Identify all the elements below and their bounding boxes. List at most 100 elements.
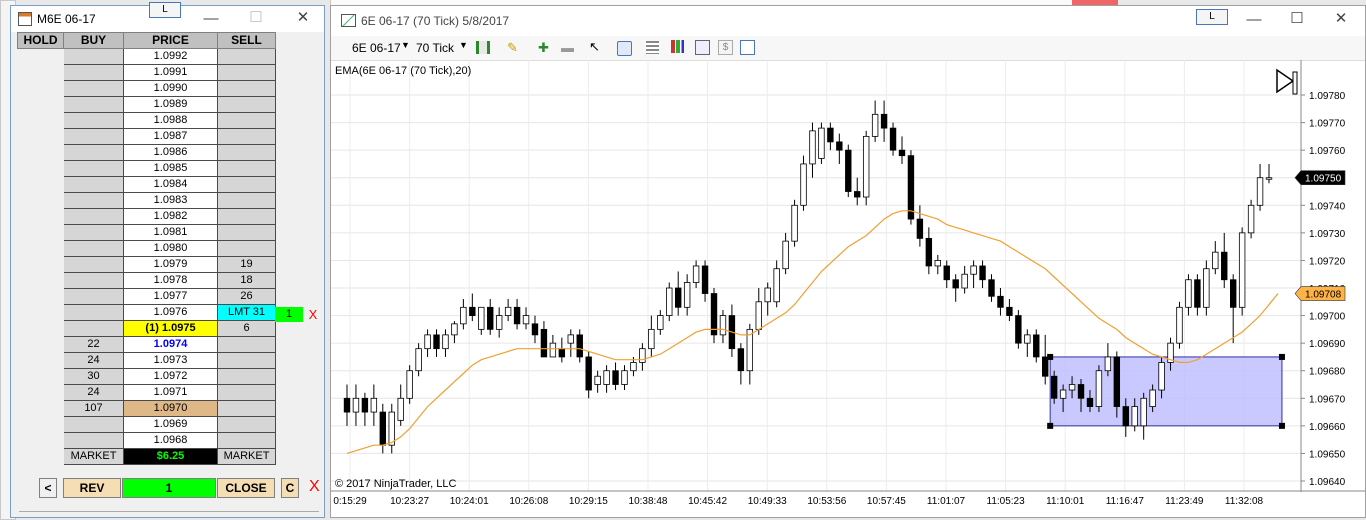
sell-cell[interactable] [217, 208, 276, 225]
drawing-tool-icon[interactable]: ✎ [507, 41, 520, 54]
interval-selector[interactable]: 70 Tick [416, 41, 454, 55]
instrument-dropdown-icon[interactable]: ▼ [401, 40, 410, 50]
last-price-cell[interactable]: 1.0974 [123, 336, 218, 353]
buy-cell[interactable] [63, 176, 124, 193]
magnifier-icon[interactable] [617, 41, 632, 56]
sell-cell[interactable] [217, 176, 276, 193]
close-icon[interactable]: ✕ [295, 10, 311, 26]
sell-cell[interactable] [217, 368, 276, 385]
price-cell[interactable]: 1.0986 [123, 144, 218, 161]
flatten-icon[interactable]: X [309, 478, 320, 496]
price-cell[interactable]: 1.0981 [123, 224, 218, 241]
sell-cell[interactable]: 26 [217, 288, 276, 305]
zoom-in-icon[interactable]: ✚ [538, 41, 551, 54]
buy-cell[interactable] [63, 320, 124, 337]
price-cell[interactable]: 1.0992 [123, 48, 218, 65]
price-cell[interactable]: 1.0988 [123, 112, 218, 129]
price-cell[interactable]: 1.0969 [123, 416, 218, 433]
reverse-button[interactable]: REV [63, 478, 121, 498]
sell-market-button[interactable]: MARKET [217, 448, 276, 465]
sell-cell[interactable]: 18 [217, 272, 276, 289]
sell-cell[interactable] [217, 224, 276, 241]
chart-maximize-icon[interactable]: ☐ [1289, 11, 1305, 27]
limit-order-cell[interactable]: LMT 31 [217, 304, 276, 321]
buy-cell[interactable]: 107 [63, 400, 124, 417]
dom-link-button[interactable]: L [149, 2, 181, 18]
price-cell[interactable]: 1.0985 [123, 160, 218, 177]
price-cell[interactable]: 1.0983 [123, 192, 218, 209]
buy-cell[interactable] [63, 256, 124, 273]
order-quantity-badge[interactable]: 1 [275, 307, 303, 322]
buy-cell[interactable] [63, 128, 124, 145]
buy-cell[interactable] [63, 112, 124, 129]
minimize-icon[interactable]: — [203, 11, 219, 27]
sell-cell[interactable] [217, 400, 276, 417]
chart-minimize-icon[interactable]: — [1246, 12, 1262, 28]
buy-cell[interactable] [63, 96, 124, 113]
buy-cell[interactable]: 24 [63, 352, 124, 369]
maximize-icon[interactable]: ☐ [248, 10, 264, 26]
sell-cell[interactable] [217, 112, 276, 129]
price-cell[interactable]: 1.0968 [123, 432, 218, 449]
buy-cell[interactable] [63, 208, 124, 225]
sell-cell[interactable] [217, 96, 276, 113]
price-cell[interactable]: 1.0971 [123, 384, 218, 401]
indicators-icon[interactable] [671, 40, 684, 53]
sell-cell[interactable] [217, 352, 276, 369]
price-cell[interactable]: 1.0990 [123, 80, 218, 97]
order-cancel-icon[interactable]: X [306, 307, 320, 322]
chart-style-icon[interactable] [476, 41, 490, 54]
chart-close-icon[interactable]: ✕ [1333, 11, 1349, 27]
price-cell[interactable]: 1.0980 [123, 240, 218, 257]
price-chart[interactable]: 1.09640 1.09650 1.09660 1.09670 1.09680 1.096… [331, 60, 1365, 518]
sell-cell[interactable] [217, 432, 276, 449]
interval-dropdown-icon[interactable]: ▼ [459, 40, 468, 50]
price-cell[interactable]: 1.0991 [123, 64, 218, 81]
buy-cell[interactable]: 30 [63, 368, 124, 385]
position-price-cell[interactable]: (1) 1.0975 [123, 320, 218, 337]
buy-cell[interactable] [63, 432, 124, 449]
sell-cell[interactable] [217, 336, 276, 353]
sell-cell[interactable] [217, 128, 276, 145]
buy-cell[interactable]: 22 [63, 336, 124, 353]
buy-cell[interactable] [63, 272, 124, 289]
buy-cell[interactable] [63, 240, 124, 257]
sell-cell[interactable] [217, 240, 276, 257]
buy-cell[interactable] [63, 416, 124, 433]
buy-cell[interactable] [63, 288, 124, 305]
price-cell[interactable]: 1.0973 [123, 352, 218, 369]
price-cell[interactable]: 1.0978 [123, 272, 218, 289]
rectangle-handle[interactable] [1278, 353, 1285, 360]
properties-icon[interactable] [740, 40, 755, 55]
sell-cell[interactable] [217, 160, 276, 177]
buy-cell[interactable] [63, 48, 124, 65]
buy-market-button[interactable]: MARKET [63, 448, 124, 465]
strategies-icon[interactable] [695, 40, 710, 55]
buy-cell[interactable] [63, 304, 124, 321]
sell-cell[interactable] [217, 48, 276, 65]
rectangle-handle[interactable] [1047, 422, 1054, 429]
buy-cell[interactable] [63, 144, 124, 161]
sell-cell[interactable] [217, 144, 276, 161]
sell-cell[interactable] [217, 80, 276, 97]
sell-cell[interactable] [217, 192, 276, 209]
price-cell[interactable]: 1.0977 [123, 288, 218, 305]
sell-cell[interactable]: 19 [217, 256, 276, 273]
scroll-end-icon[interactable] [1276, 68, 1298, 95]
order-quantity-field[interactable]: 1 [122, 478, 216, 498]
price-cell[interactable]: 1.0979 [123, 256, 218, 273]
close-position-button[interactable]: CLOSE [217, 478, 275, 498]
rectangle-drawing[interactable] [1049, 356, 1283, 427]
buy-cell[interactable] [63, 224, 124, 241]
price-cell[interactable]: 1.0984 [123, 176, 218, 193]
buy-cell[interactable]: 24 [63, 384, 124, 401]
price-cell[interactable]: 1.0972 [123, 368, 218, 385]
chart-link-button[interactable]: L [1196, 9, 1228, 25]
price-cell[interactable]: 1.0989 [123, 96, 218, 113]
instrument-selector[interactable]: 6E 06-17 [352, 41, 401, 55]
price-cell[interactable]: 1.0982 [123, 208, 218, 225]
sell-cell[interactable] [217, 416, 276, 433]
c-button[interactable]: C [281, 478, 299, 498]
chart-trader-icon[interactable]: $ [718, 40, 733, 55]
rectangle-handle[interactable] [1278, 422, 1285, 429]
